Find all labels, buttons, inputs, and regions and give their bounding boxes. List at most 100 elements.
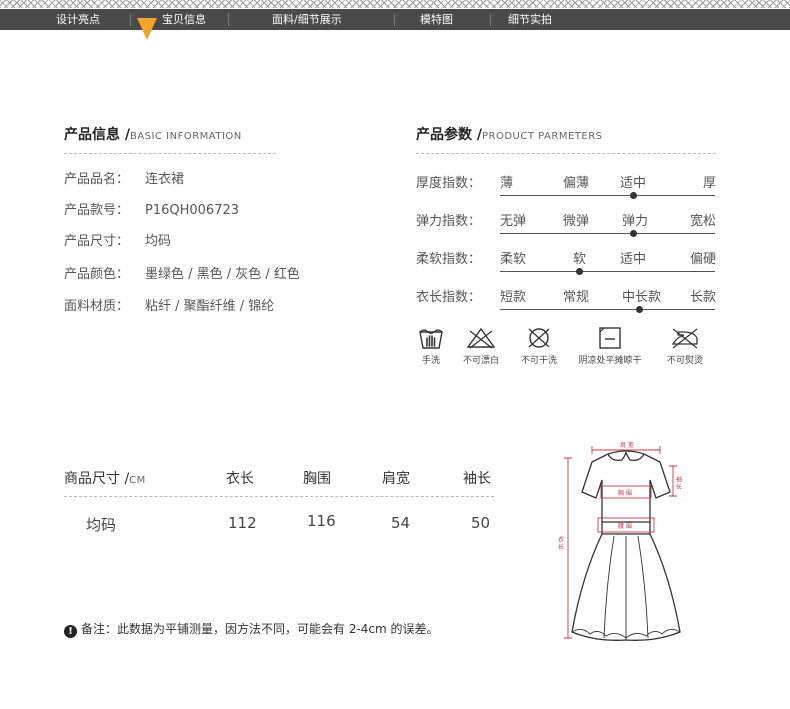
no-iron-icon — [671, 328, 698, 349]
care-label: 不可漂白 — [462, 356, 500, 366]
param-option: 宽松 — [690, 214, 717, 229]
nav-item-fabric[interactable]: 面料/细节展示 — [272, 9, 342, 30]
care-label: 不可熨烫 — [666, 356, 704, 366]
info-value: P16QH006723 — [145, 203, 240, 218]
param-option: 常规 — [563, 290, 590, 305]
nav-active-marker — [137, 18, 157, 40]
nav-divider — [490, 13, 491, 26]
param-option: 软 — [573, 252, 587, 267]
info-row-name: 产品品名： 连衣裙 — [64, 168, 184, 187]
param-level-dot — [576, 268, 584, 275]
params-title: 产品参数 /PRODUCT PARMETERS — [416, 124, 603, 144]
sleeve-label: 袖 长 — [675, 475, 682, 491]
size-cell-sleeve: 50 — [471, 514, 491, 532]
param-option: 适中 — [620, 176, 647, 191]
care-label: 阴凉处平摊晾干 — [578, 356, 642, 366]
param-option: 弹力 — [622, 214, 649, 229]
param-track — [500, 309, 715, 310]
size-col-header: 衣长 — [226, 471, 254, 487]
care-no-iron: 不可熨烫 — [667, 326, 703, 366]
size-title-cn: 商品尺寸 / — [64, 471, 130, 487]
divider — [416, 153, 716, 154]
param-option: 偏硬 — [690, 252, 717, 267]
hand-wash-icon — [419, 329, 443, 349]
info-title: 产品信息 /BASIC INFORMATION — [64, 124, 242, 144]
nav-item-info[interactable]: 宝贝信息 — [162, 9, 206, 30]
dress-measurement-diagram: 肩 宽 袖 长 胸 围 腰 围 衣 长 — [557, 441, 682, 641]
param-option: 中长款 — [622, 290, 662, 305]
info-title-en: BASIC INFORMATION — [130, 131, 242, 142]
waist-label: 腰 围 — [618, 523, 632, 530]
param-option: 长款 — [690, 290, 717, 305]
info-row-sku: 产品款号： P16QH006723 — [64, 199, 239, 218]
param-option: 适中 — [620, 252, 647, 267]
info-value: 连衣裙 — [145, 172, 185, 187]
info-row-material: 面料材质： 粘纤 / 聚酯纤维 / 锦纶 — [64, 295, 274, 314]
info-value: 粘纤 / 聚酯纤维 / 锦纶 — [145, 299, 275, 314]
size-cell-length: 112 — [228, 514, 257, 532]
shade-dry-icon — [599, 327, 621, 349]
nav-bar: 设计亮点 宝贝信息 面料/细节展示 模特图 细节实拍 — [0, 9, 790, 30]
nav-item-detail[interactable]: 细节实拍 — [508, 9, 552, 30]
care-no-dry-clean: 不可干洗 — [521, 326, 557, 366]
info-label: 产品款号： — [64, 203, 130, 218]
param-option: 无弹 — [500, 214, 527, 229]
nav-divider — [228, 13, 229, 26]
info-row-size: 产品尺寸： 均码 — [64, 230, 171, 249]
shoulder-label: 肩 宽 — [620, 441, 634, 449]
param-option: 柔软 — [500, 252, 527, 267]
size-col-header: 胸围 — [303, 471, 331, 487]
param-track — [500, 233, 715, 234]
param-label: 柔软指数： — [416, 252, 482, 267]
param-label: 衣长指数： — [416, 290, 482, 305]
nav-divider — [394, 13, 395, 26]
nav-divider — [130, 13, 131, 26]
info-row-color: 产品颜色： 墨绿色 / 黑色 / 灰色 / 红色 — [64, 263, 300, 282]
divider — [64, 153, 276, 154]
no-dry-clean-icon — [528, 328, 550, 348]
care-label: 不可干洗 — [520, 356, 558, 366]
size-col-header: 肩宽 — [382, 471, 410, 487]
param-track — [500, 271, 715, 272]
warning-icon: ! — [64, 625, 77, 638]
params-title-en: PRODUCT PARMETERS — [482, 131, 603, 142]
info-label: 产品颜色： — [64, 267, 130, 282]
param-label: 厚度指数： — [416, 176, 482, 191]
param-option: 厚 — [703, 176, 717, 191]
param-label: 弹力指数： — [416, 214, 482, 229]
param-level-dot — [629, 230, 637, 237]
care-label: 手洗 — [421, 356, 441, 366]
size-cell-shoulder: 54 — [391, 514, 411, 532]
param-track — [500, 195, 715, 196]
param-option: 微弹 — [563, 214, 590, 229]
info-label: 面料材质： — [64, 299, 130, 314]
chest-label: 胸 围 — [618, 489, 632, 497]
info-title-cn: 产品信息 / — [64, 127, 130, 143]
divider — [64, 496, 494, 497]
care-no-bleach: 不可漂白 — [463, 326, 499, 366]
params-title-cn: 产品参数 / — [416, 127, 482, 143]
info-label: 产品品名： — [64, 172, 130, 187]
info-value: 均码 — [145, 234, 172, 249]
care-hand-wash: 手洗 — [416, 326, 446, 366]
info-label: 产品尺寸： — [64, 234, 130, 249]
no-bleach-icon — [466, 327, 496, 349]
param-level-dot — [636, 306, 644, 313]
length-label: 衣 长 — [557, 535, 564, 551]
note-text: 备注：此数据为平铺测量，因方法不同，可能会有 2-4cm 的误差。 — [81, 622, 439, 636]
size-table-title: 商品尺寸 /CM — [64, 468, 146, 488]
param-level-dot — [629, 192, 637, 199]
care-shade-dry: 阴凉处平摊晾干 — [578, 326, 642, 366]
size-col-header: 袖长 — [463, 471, 491, 487]
nav-item-model[interactable]: 模特图 — [420, 9, 453, 30]
top-pattern-border — [0, 0, 790, 8]
size-cell-size: 均码 — [86, 516, 117, 534]
info-value: 墨绿色 / 黑色 / 灰色 / 红色 — [145, 267, 300, 282]
param-option: 偏薄 — [563, 176, 590, 191]
note: ! 备注：此数据为平铺测量，因方法不同，可能会有 2-4cm 的误差。 — [64, 620, 439, 638]
param-option: 薄 — [500, 176, 514, 191]
size-cell-chest: 116 — [307, 512, 336, 530]
param-option: 短款 — [500, 290, 527, 305]
size-unit: CM — [129, 475, 146, 486]
nav-item-design[interactable]: 设计亮点 — [56, 9, 100, 30]
